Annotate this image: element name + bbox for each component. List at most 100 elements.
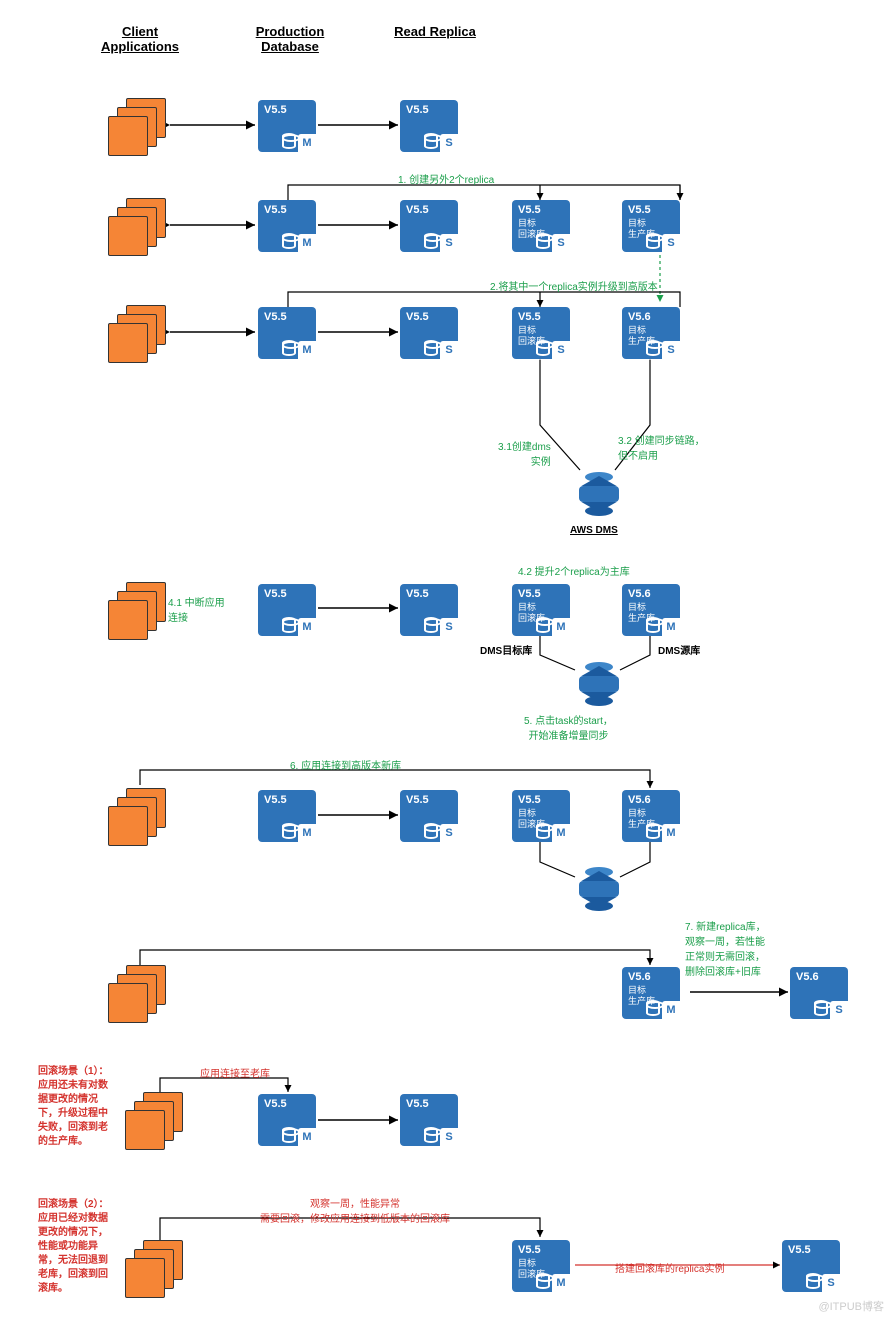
dms-source-label: DMS源库	[658, 642, 700, 657]
client-icon	[108, 788, 166, 846]
db-version: V5.5	[406, 204, 429, 216]
dms-icon	[575, 660, 623, 708]
db-rollback-sc2: V5.5目标 回滚库M	[512, 1240, 570, 1292]
badge-m: M	[298, 234, 316, 252]
db-version: V5.6	[796, 971, 819, 983]
db-version: V5.5	[406, 1098, 429, 1110]
db-rollback-r5: V5.5目标 回滚库M	[512, 790, 570, 842]
client-icon	[108, 198, 166, 256]
db-rollback-replica-sc2: V5.5 S	[782, 1240, 840, 1292]
db-prod-r5: V5.5 M	[258, 790, 316, 842]
badge-m: M	[298, 618, 316, 636]
badge-s: S	[440, 618, 458, 636]
db-version: V5.5	[264, 311, 287, 323]
badge-s: S	[822, 1274, 840, 1292]
aws-dms-label: AWS DMS	[570, 525, 618, 536]
step2-label: 2.将其中一个replica实例升级到高版本	[490, 278, 658, 293]
badge-m: M	[298, 824, 316, 842]
db-rollback-r2: V5.5目标 回滚库S	[512, 200, 570, 252]
badge-s: S	[440, 341, 458, 359]
step7-label: 7. 新建replica库， 观察一周，若性能 正常则无需回滚， 删除回滚库+旧…	[685, 918, 766, 978]
client-icon	[108, 98, 166, 156]
db-prod-r2: V5.5 M	[258, 200, 316, 252]
app-to-old-label: 应用连接至老库	[200, 1065, 270, 1080]
badge-m: M	[298, 341, 316, 359]
db-version: V5.5	[788, 1244, 811, 1256]
badge-s: S	[830, 1001, 848, 1019]
client-icon	[108, 582, 166, 640]
db-version: V5.5	[264, 1098, 287, 1110]
badge-s: S	[440, 134, 458, 152]
header-prod: Production Database	[240, 24, 340, 54]
client-icon	[125, 1240, 183, 1298]
db-version: V5.5	[264, 794, 287, 806]
db-version: V5.5	[406, 794, 429, 806]
badge-m: M	[552, 1274, 570, 1292]
db-targetprod-r6: V5.6目标 生产库M	[622, 967, 680, 1019]
client-icon	[125, 1092, 183, 1150]
db-version: V5.6	[628, 588, 651, 600]
badge-s: S	[440, 824, 458, 842]
build-rollback-replica-label: 搭建回滚库的replica实例	[615, 1260, 724, 1275]
badge-s: S	[440, 1128, 458, 1146]
db-version: V5.5	[518, 794, 541, 806]
step5-label: 5. 点击task的start， 开始准备增量同步	[524, 712, 613, 742]
header-client: Client Applications	[90, 24, 190, 54]
db-targetprod-r2: V5.5目标 生产库S	[622, 200, 680, 252]
db-prod-r1: V5.5 M	[258, 100, 316, 152]
dms-icon	[575, 470, 623, 518]
db-replica-r1: V5.5S	[400, 100, 458, 152]
badge-m: M	[298, 1128, 316, 1146]
step32-label: 3.2 创建同步链路， 但不启用	[618, 432, 705, 462]
db-prod-r4: V5.5 M	[258, 584, 316, 636]
dms-target-label: DMS目标库	[480, 642, 532, 657]
db-targetprod-r3: V5.6目标 生产库S	[622, 307, 680, 359]
db-version: V5.5	[518, 311, 541, 323]
badge-m: M	[662, 1001, 680, 1019]
badge-m: M	[298, 134, 316, 152]
db-version: V5.5	[264, 104, 287, 116]
step6-label: 6. 应用连接到高版本新库	[290, 757, 401, 772]
client-icon	[108, 965, 166, 1023]
badge-m: M	[662, 824, 680, 842]
scenario2-text: 回滚场景（2）：应用已经对数据更改的情况下，性能或功能异常，无法回退到老库，回滚…	[38, 1198, 116, 1296]
client-icon	[108, 305, 166, 363]
badge-s: S	[662, 234, 680, 252]
db-rollback-r3: V5.5目标 回滚库S	[512, 307, 570, 359]
db-targetprod-r4: V5.6目标 生产库M	[622, 584, 680, 636]
scenario1-text: 回滚场景（1）：应用还未有对数据更改的情况下，升级过程中失败，回滚到老的生产库。	[38, 1065, 116, 1149]
db-version: V5.5	[518, 204, 541, 216]
db-version: V5.6	[628, 971, 651, 983]
badge-s: S	[440, 234, 458, 252]
db-replica-rollback1: V5.5 S	[400, 1094, 458, 1146]
badge-s: S	[662, 341, 680, 359]
badge-s: S	[552, 234, 570, 252]
step41-label: 4.1 中断应用 连接	[168, 594, 225, 624]
db-version: V5.5	[518, 1244, 541, 1256]
step31-label: 3.1创建dms 实例	[498, 438, 551, 468]
db-version: V5.6	[628, 794, 651, 806]
watermark: @ITPUB博客	[818, 1298, 884, 1314]
badge-s: S	[552, 341, 570, 359]
step1-label: 1. 创建另外2个replica	[398, 171, 494, 186]
db-replica-r2: V5.5 S	[400, 200, 458, 252]
db-prod-r3: V5.5 M	[258, 307, 316, 359]
db-version: V5.5	[264, 588, 287, 600]
db-replica-r3: V5.5 S	[400, 307, 458, 359]
db-version: V5.5	[406, 588, 429, 600]
db-version: V5.5	[628, 204, 651, 216]
db-prod-rollback1: V5.5 M	[258, 1094, 316, 1146]
badge-m: M	[552, 618, 570, 636]
db-targetprod-r5: V5.6目标 生产库M	[622, 790, 680, 842]
db-rollback-r4: V5.5目标 回滚库M	[512, 584, 570, 636]
diagram-canvas: Client Applications Production Database …	[0, 0, 890, 1318]
db-version: V5.5	[264, 204, 287, 216]
header-replica: Read Replica	[385, 24, 485, 39]
badge-m: M	[662, 618, 680, 636]
db-version: V5.6	[628, 311, 651, 323]
db-replica-r4: V5.5 S	[400, 584, 458, 636]
db-version: V5.5	[518, 588, 541, 600]
db-replica-r5: V5.5 S	[400, 790, 458, 842]
step42-label: 4.2 提升2个replica为主库	[518, 563, 630, 578]
db-version: V5.5	[406, 311, 429, 323]
